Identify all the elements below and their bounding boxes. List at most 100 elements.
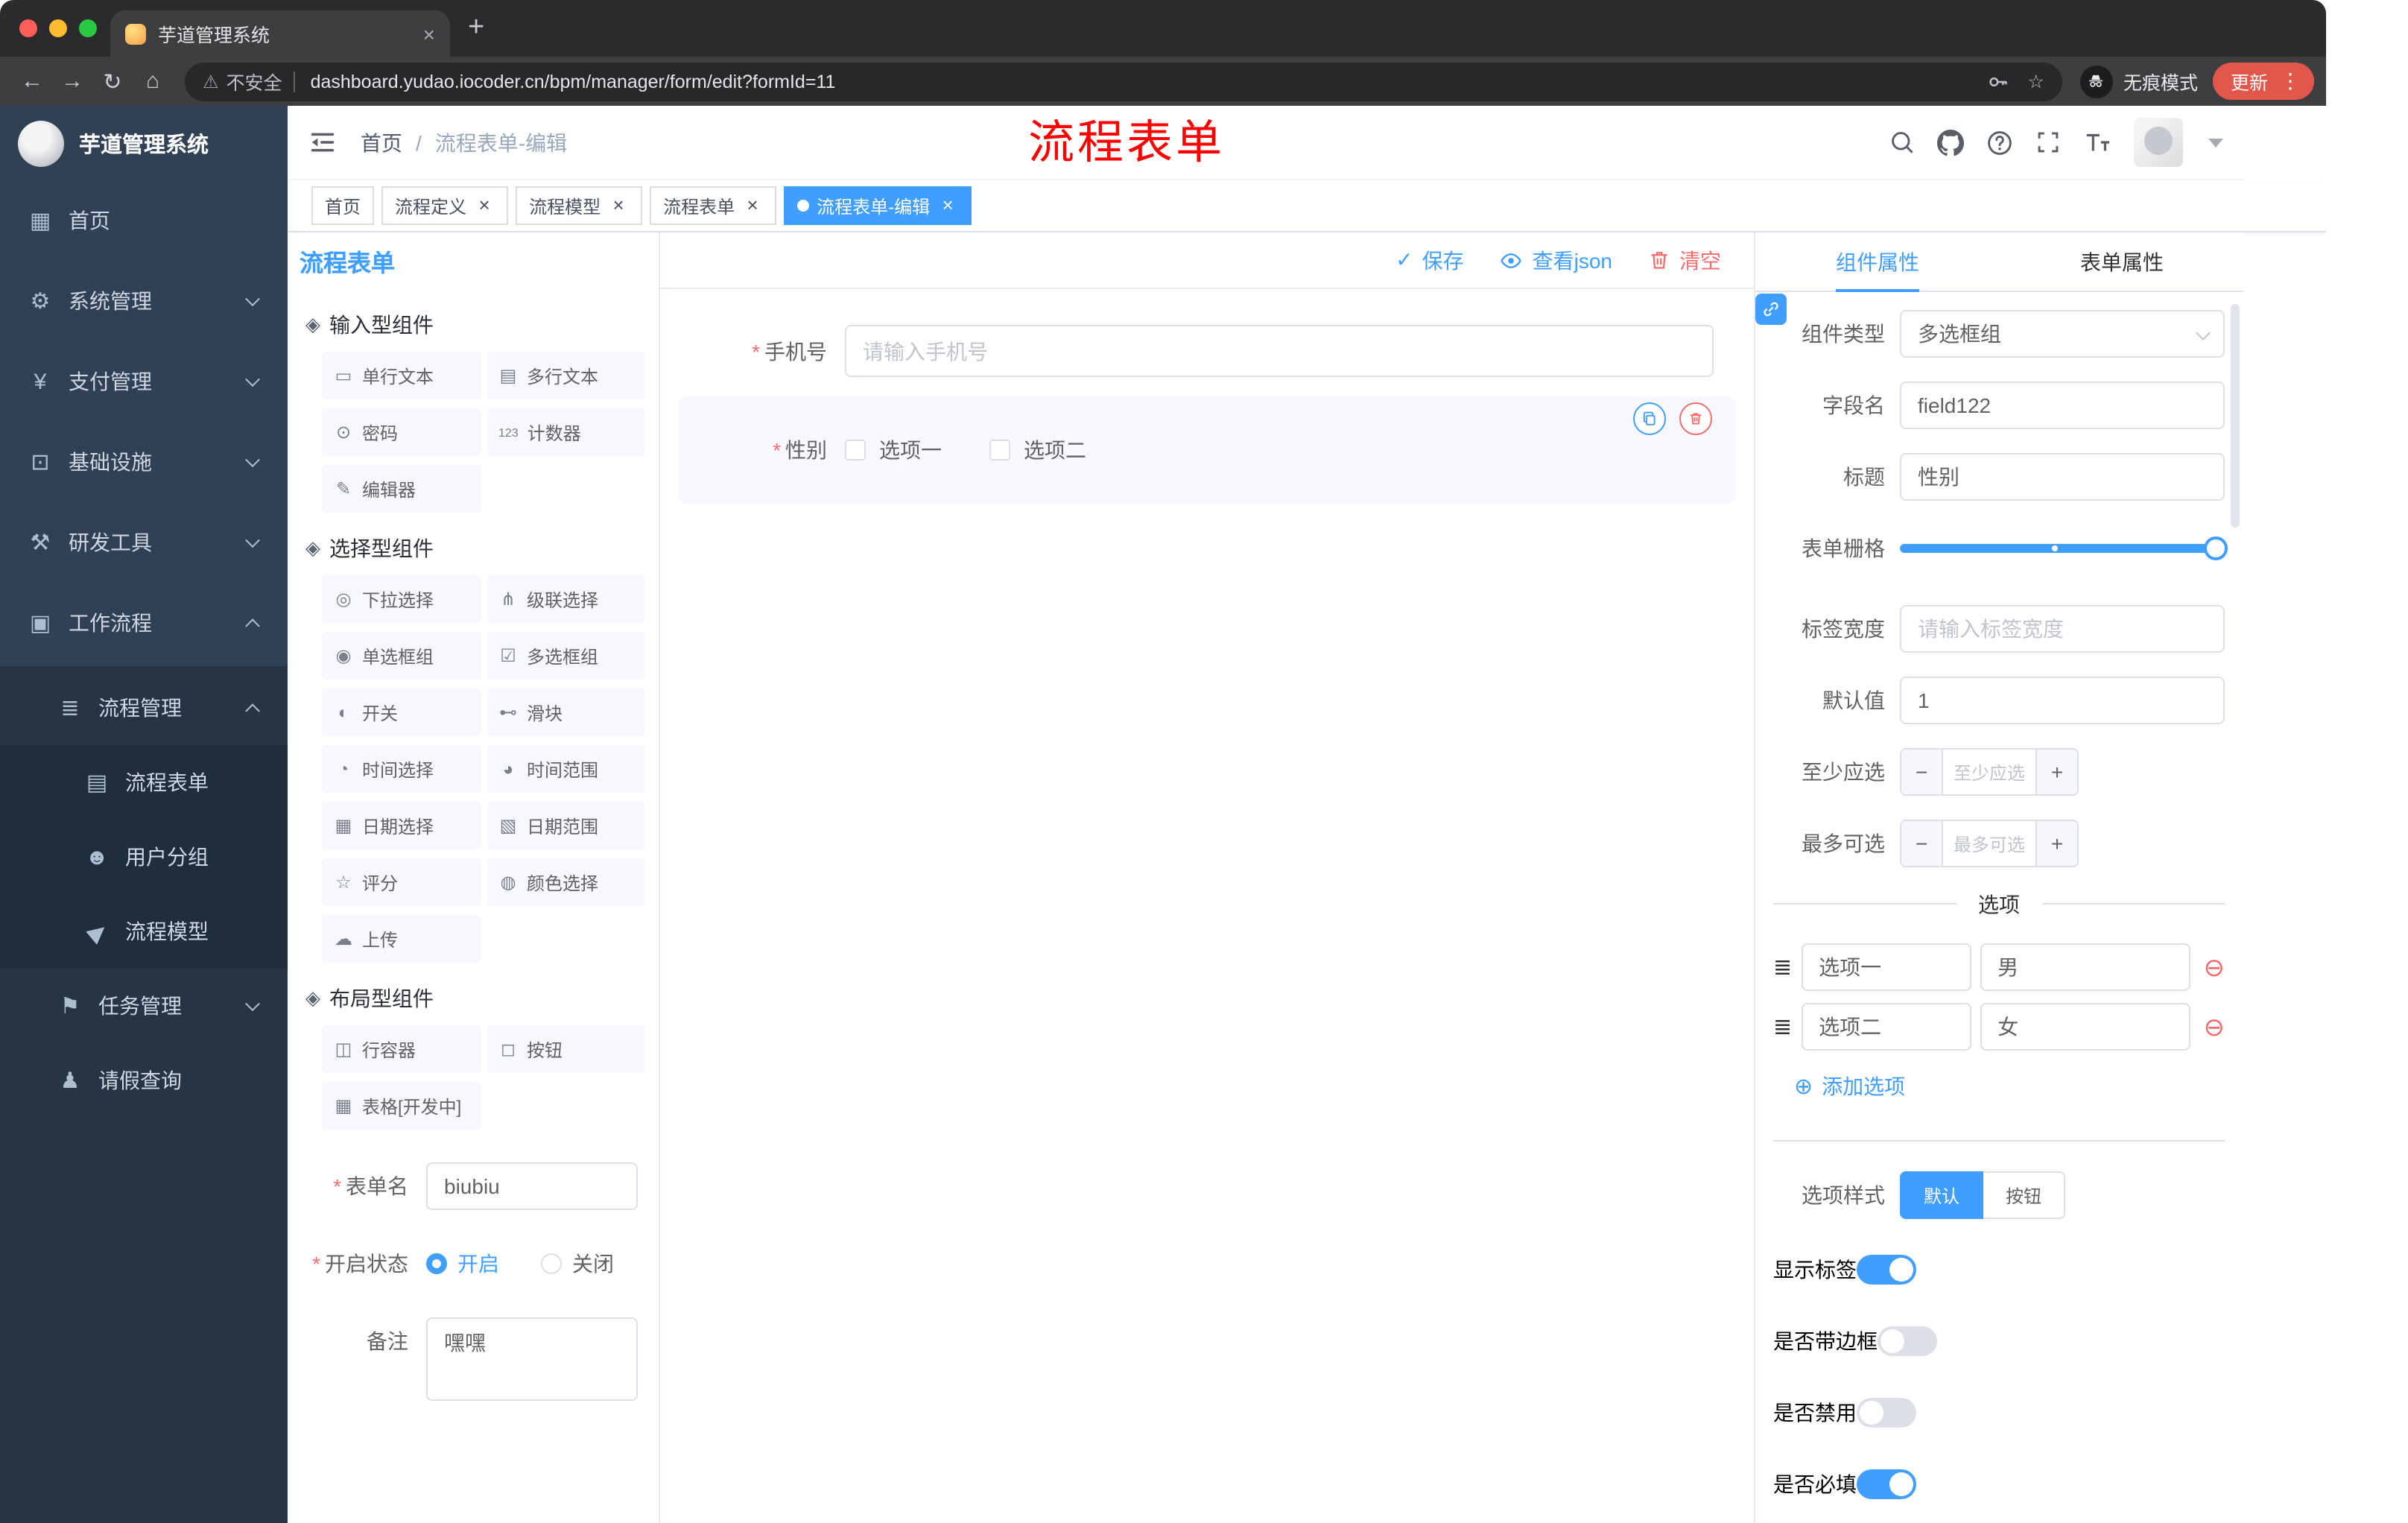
help-icon[interactable] — [1986, 129, 2013, 156]
sidebar-toggle-icon[interactable] — [308, 128, 337, 156]
delete-widget-button[interactable] — [1679, 402, 1712, 435]
remove-option-icon[interactable]: ⊖ — [2204, 954, 2225, 980]
palette-item-date-picker[interactable]: ▦ 日期选择 — [322, 802, 481, 849]
palette-item-upload[interactable]: ☁ 上传 — [322, 915, 481, 963]
palette-item-single-line-text[interactable]: ▭ 单行文本 — [322, 352, 481, 399]
palette-item-row-container[interactable]: ◫ 行容器 — [322, 1025, 481, 1073]
tag-home[interactable]: 首页 — [311, 186, 375, 225]
decrease-button[interactable]: − — [1901, 750, 1943, 794]
style-button-button[interactable]: 按钮 — [1983, 1171, 2066, 1219]
forward-button[interactable]: → — [52, 69, 92, 94]
reload-button[interactable]: ↻ — [92, 68, 133, 95]
url-text[interactable]: dashboard.yudao.iocoder.cn/bpm/manager/f… — [311, 71, 1968, 92]
sidebar-item-user-group[interactable]: ☻ 用户分组 — [0, 820, 288, 894]
phone-form-item[interactable]: * 手机号 — [678, 325, 1736, 377]
tag-process-definition[interactable]: 流程定义 × — [381, 186, 509, 225]
sidebar-item-process-mgmt[interactable]: ≣ 流程管理 — [0, 671, 288, 745]
sidebar-item-home[interactable]: ▦ 首页 — [0, 180, 288, 261]
user-avatar[interactable] — [2134, 118, 2183, 167]
address-bar[interactable]: ⚠ 不安全 dashboard.yudao.iocoder.cn/bpm/man… — [185, 62, 2062, 101]
palette-item-slider[interactable]: ⊷ 滑块 — [487, 688, 645, 736]
palette-item-date-range[interactable]: ▧ 日期范围 — [487, 802, 645, 849]
search-icon[interactable] — [1889, 130, 1915, 155]
increase-button[interactable]: + — [2035, 750, 2077, 794]
form-remark-textarea[interactable]: 嘿嘿 — [426, 1317, 638, 1401]
show-label-switch[interactable] — [1857, 1255, 1916, 1285]
option-2-value-input[interactable] — [1980, 1003, 2190, 1051]
palette-item-cascader[interactable]: ⋔ 级联选择 — [487, 575, 645, 623]
palette-item-editor[interactable]: ✎ 编辑器 — [322, 465, 481, 513]
palette-item-checkbox-group[interactable]: ☑ 多选框组 — [487, 632, 645, 680]
sidebar-item-process-model[interactable]: ▶ 流程模型 — [0, 894, 288, 969]
palette-item-table[interactable]: ▦ 表格[开发中] — [322, 1082, 481, 1130]
view-json-button[interactable]: 查看json — [1500, 245, 1612, 275]
minimize-window-button[interactable] — [49, 19, 67, 37]
max-select-placeholder[interactable]: 最多可选 — [1943, 821, 2035, 866]
sidebar-item-task-mgmt[interactable]: ⚑ 任务管理 — [0, 969, 288, 1043]
grid-slider[interactable] — [1900, 525, 2228, 572]
close-window-button[interactable] — [19, 19, 37, 37]
checkbox-option-2[interactable]: 选项二 — [989, 435, 1086, 465]
back-button[interactable]: ← — [12, 69, 52, 94]
palette-item-time-range[interactable]: ◕ 时间范围 — [487, 745, 645, 793]
palette-item-rate[interactable]: ☆ 评分 — [322, 858, 481, 906]
tab-close-icon[interactable]: × — [423, 23, 435, 44]
title-input[interactable] — [1900, 453, 2225, 501]
palette-item-color-picker[interactable]: ◍ 颜色选择 — [487, 858, 645, 906]
label-width-input[interactable] — [1900, 605, 2225, 653]
disabled-switch[interactable] — [1857, 1398, 1916, 1428]
sidebar-item-workflow[interactable]: ▣ 工作流程 — [0, 583, 288, 663]
palette-item-counter[interactable]: 123 计数器 — [487, 408, 645, 456]
tag-close-icon[interactable]: × — [608, 195, 629, 215]
clear-button[interactable]: 清空 — [1648, 245, 1721, 275]
option-1-label-input[interactable] — [1801, 943, 1971, 991]
tag-close-icon[interactable]: × — [937, 195, 958, 215]
radio-open[interactable]: 开启 — [426, 1249, 499, 1279]
sidebar-item-leave-query[interactable]: ♟ 请假查询 — [0, 1043, 288, 1118]
tab-form-props[interactable]: 表单属性 — [2000, 232, 2244, 291]
home-button[interactable]: ⌂ — [133, 69, 173, 94]
palette-item-dropdown[interactable]: ◎ 下拉选择 — [322, 575, 481, 623]
option-2-label-input[interactable] — [1801, 1003, 1971, 1051]
add-option-button[interactable]: ⊕ 添加选项 — [1794, 1071, 2225, 1101]
tag-close-icon[interactable]: × — [742, 195, 763, 215]
update-button[interactable]: 更新 ⋮ — [2212, 63, 2314, 100]
option-1-value-input[interactable] — [1980, 943, 2190, 991]
tab-component-props[interactable]: 组件属性 — [1755, 232, 2000, 292]
panel-scrollbar[interactable] — [2231, 304, 2240, 528]
border-switch[interactable] — [1878, 1326, 1937, 1356]
save-button[interactable]: ✓ 保存 — [1395, 245, 1463, 275]
palette-item-multi-line-text[interactable]: ▤ 多行文本 — [487, 352, 645, 399]
palette-item-time-picker[interactable]: ◔ 时间选择 — [322, 745, 481, 793]
palette-item-button[interactable]: ◻ 按钮 — [487, 1025, 645, 1073]
drag-handle-icon[interactable]: ≣ — [1773, 954, 1792, 981]
fullscreen-icon[interactable] — [2035, 130, 2061, 155]
default-value-input[interactable] — [1900, 677, 2225, 724]
new-tab-button[interactable]: + — [468, 13, 484, 43]
github-icon[interactable] — [1937, 129, 1964, 156]
sidebar-item-system-mgmt[interactable]: ⚙ 系统管理 — [0, 261, 288, 341]
bookmark-star-icon[interactable]: ☆ — [2028, 70, 2044, 92]
drag-handle-icon[interactable]: ≣ — [1773, 1013, 1792, 1040]
font-size-icon[interactable] — [2083, 128, 2111, 156]
breadcrumb-home[interactable]: 首页 — [361, 127, 402, 157]
phone-input[interactable] — [845, 325, 1714, 377]
sidebar-item-process-form[interactable]: ▤ 流程表单 — [0, 745, 288, 820]
required-switch[interactable] — [1857, 1469, 1916, 1499]
remove-option-icon[interactable]: ⊖ — [2204, 1014, 2225, 1039]
chrome-menu-icon[interactable]: ⋮ — [2277, 69, 2304, 94]
radio-closed[interactable]: 关闭 — [541, 1249, 614, 1279]
link-icon-button[interactable] — [1755, 294, 1787, 325]
sidebar-item-infrastructure[interactable]: ⊡ 基础设施 — [0, 422, 288, 502]
increase-button[interactable]: + — [2035, 821, 2077, 866]
copy-widget-button[interactable] — [1633, 402, 1666, 435]
palette-item-password[interactable]: ⊙ 密码 — [322, 408, 481, 456]
component-type-select[interactable]: 多选框组 — [1900, 310, 2225, 358]
tag-close-icon[interactable]: × — [474, 195, 495, 215]
password-key-icon[interactable] — [1986, 69, 2010, 93]
field-name-input[interactable] — [1900, 381, 2225, 429]
browser-tab[interactable]: 芋道管理系统 × — [110, 10, 450, 57]
slider-handle[interactable] — [2204, 536, 2228, 560]
gender-form-item-selected[interactable]: * 性别 选项一 选项二 — [678, 396, 1736, 504]
sidebar-item-dev-tools[interactable]: ⚒ 研发工具 — [0, 502, 288, 583]
